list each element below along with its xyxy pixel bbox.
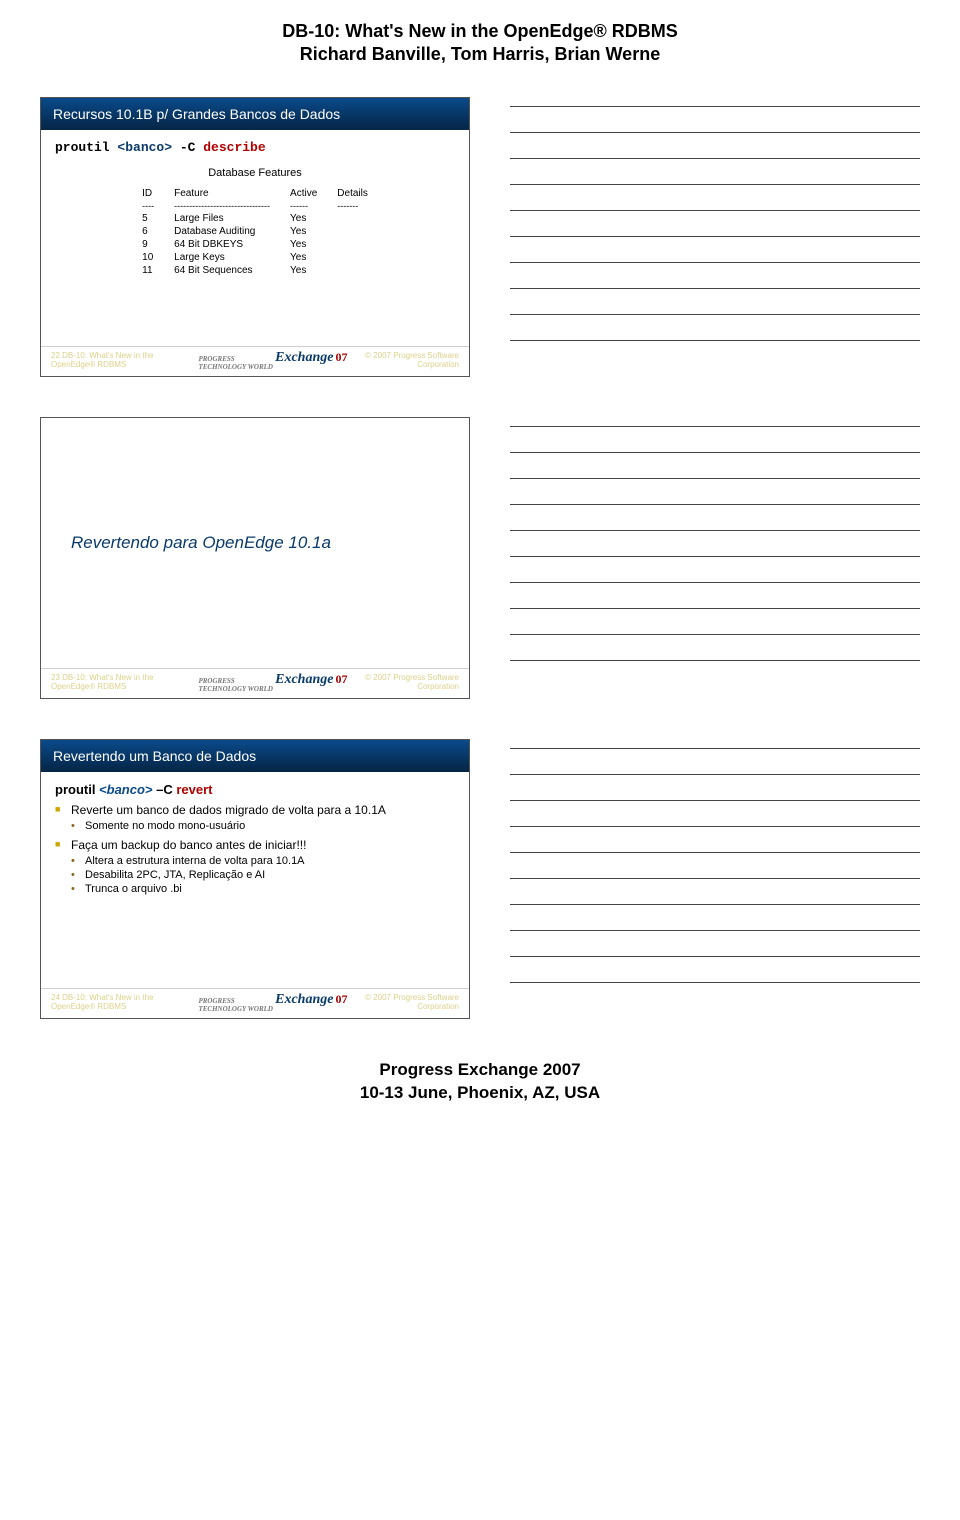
bullet-item: Reverte um banco de dados migrado de vol… xyxy=(55,803,455,832)
cmd-arg: <banco> xyxy=(117,140,172,155)
table-row: 10 Large Keys Yes xyxy=(132,251,378,264)
slide-24-title: Revertendo um Banco de Dados xyxy=(41,740,469,772)
footer-left: 24 DB-10: What's New in the OpenEdge® RD… xyxy=(51,993,196,1011)
note-line xyxy=(510,183,920,185)
note-line xyxy=(510,451,920,453)
sub-bullet-item: Desabilita 2PC, JTA, Replicação e AI xyxy=(71,869,455,881)
note-line xyxy=(510,851,920,853)
col-feature: Feature xyxy=(164,187,280,200)
note-line xyxy=(510,773,920,775)
bullet-item: Faça um backup do banco antes de iniciar… xyxy=(55,838,455,895)
table-separator-row: ---- -------------------------------- --… xyxy=(132,200,378,212)
slide-22-footer: 22 DB-10: What's New in the OpenEdge® RD… xyxy=(41,346,469,376)
note-line xyxy=(510,425,920,427)
slide-23-footer: 23 DB-10: What's New in the OpenEdge® RD… xyxy=(41,668,469,698)
sub-bullet-item: Trunca o arquivo .bi xyxy=(71,883,455,895)
table-row: 6 Database Auditing Yes xyxy=(132,225,378,238)
note-line xyxy=(510,799,920,801)
note-line xyxy=(510,955,920,957)
slide-22: Recursos 10.1B p/ Grandes Bancos de Dado… xyxy=(40,97,470,377)
slide-24: Revertendo um Banco de Dados proutil <ba… xyxy=(40,739,470,1019)
footer-right: © 2007 Progress Software Corporation xyxy=(347,993,459,1011)
exchange-logo-icon: PROGRESS TECHNOLOGY WORLD Exchange07 xyxy=(196,350,347,371)
col-id: ID xyxy=(132,187,164,200)
notes-area-24 xyxy=(510,739,920,983)
slide-23-title: Revertendo para OpenEdge 10.1a xyxy=(71,533,331,553)
note-line xyxy=(510,105,920,107)
note-line xyxy=(510,607,920,609)
note-line xyxy=(510,235,920,237)
note-line xyxy=(510,287,920,289)
slide-24-footer: 24 DB-10: What's New in the OpenEdge® RD… xyxy=(41,988,469,1018)
table-header-row: ID Feature Active Details xyxy=(132,187,378,200)
note-line xyxy=(510,313,920,315)
table-row: 11 64 Bit Sequences Yes xyxy=(132,264,378,277)
slide-22-title: Recursos 10.1B p/ Grandes Bancos de Dado… xyxy=(41,98,469,130)
notes-area-23 xyxy=(510,417,920,661)
note-line xyxy=(510,581,920,583)
table-row: 9 64 Bit DBKEYS Yes xyxy=(132,238,378,251)
header-line-1: DB-10: What's New in the OpenEdge® RDBMS xyxy=(40,20,920,43)
footer-line-1: Progress Exchange 2007 xyxy=(40,1059,920,1082)
slide-22-body: proutil <banco> -C describe Database Fea… xyxy=(41,130,469,346)
proutil-revert-command: proutil <banco> –C revert xyxy=(55,782,455,797)
note-line xyxy=(510,903,920,905)
header-line-2: Richard Banville, Tom Harris, Brian Wern… xyxy=(40,43,920,66)
note-line xyxy=(510,131,920,133)
sub-bullet-list: Somente no modo mono-usuário xyxy=(71,820,455,832)
note-line xyxy=(510,209,920,211)
features-heading: Database Features xyxy=(55,167,455,179)
sub-bullet-item: Somente no modo mono-usuário xyxy=(71,820,455,832)
slide-24-body: proutil <banco> –C revert Reverte um ban… xyxy=(41,772,469,988)
footer-left: 22 DB-10: What's New in the OpenEdge® RD… xyxy=(51,351,196,369)
footer-right: © 2007 Progress Software Corporation xyxy=(347,351,459,369)
footer-line-2: 10-13 June, Phoenix, AZ, USA xyxy=(40,1082,920,1105)
note-line xyxy=(510,261,920,263)
footer-left: 23 DB-10: What's New in the OpenEdge® RD… xyxy=(51,673,196,691)
note-line xyxy=(510,339,920,341)
note-line xyxy=(510,747,920,749)
sub-bullet-list: Altera a estrutura interna de volta para… xyxy=(71,855,455,895)
notes-area-22 xyxy=(510,97,920,341)
exchange-logo-icon: PROGRESS TECHNOLOGY WORLD Exchange07 xyxy=(196,672,347,693)
page-footer: Progress Exchange 2007 10-13 June, Phoen… xyxy=(40,1059,920,1105)
sub-bullet-item: Altera a estrutura interna de volta para… xyxy=(71,855,455,867)
note-line xyxy=(510,981,920,983)
features-table: ID Feature Active Details ---- ---------… xyxy=(132,187,378,277)
note-line xyxy=(510,877,920,879)
note-line xyxy=(510,633,920,635)
footer-right: © 2007 Progress Software Corporation xyxy=(347,673,459,691)
note-line xyxy=(510,825,920,827)
note-line xyxy=(510,529,920,531)
slide-23-body: Revertendo para OpenEdge 10.1a xyxy=(41,418,469,668)
note-line xyxy=(510,157,920,159)
note-line xyxy=(510,929,920,931)
slide-23: Revertendo para OpenEdge 10.1a 23 DB-10:… xyxy=(40,417,470,699)
bullet-list: Reverte um banco de dados migrado de vol… xyxy=(55,803,455,895)
col-details: Details xyxy=(327,187,378,200)
note-line xyxy=(510,503,920,505)
cmd-flag: -C xyxy=(172,140,203,155)
page-header: DB-10: What's New in the OpenEdge® RDBMS… xyxy=(40,20,920,67)
proutil-describe-command: proutil <banco> -C describe xyxy=(55,140,455,155)
table-row: 5 Large Files Yes xyxy=(132,212,378,225)
col-active: Active xyxy=(280,187,327,200)
note-line xyxy=(510,659,920,661)
note-line xyxy=(510,555,920,557)
exchange-logo-icon: PROGRESS TECHNOLOGY WORLD Exchange07 xyxy=(196,992,347,1013)
cmd-prefix: proutil xyxy=(55,140,117,155)
note-line xyxy=(510,477,920,479)
cmd-action: describe xyxy=(203,140,265,155)
